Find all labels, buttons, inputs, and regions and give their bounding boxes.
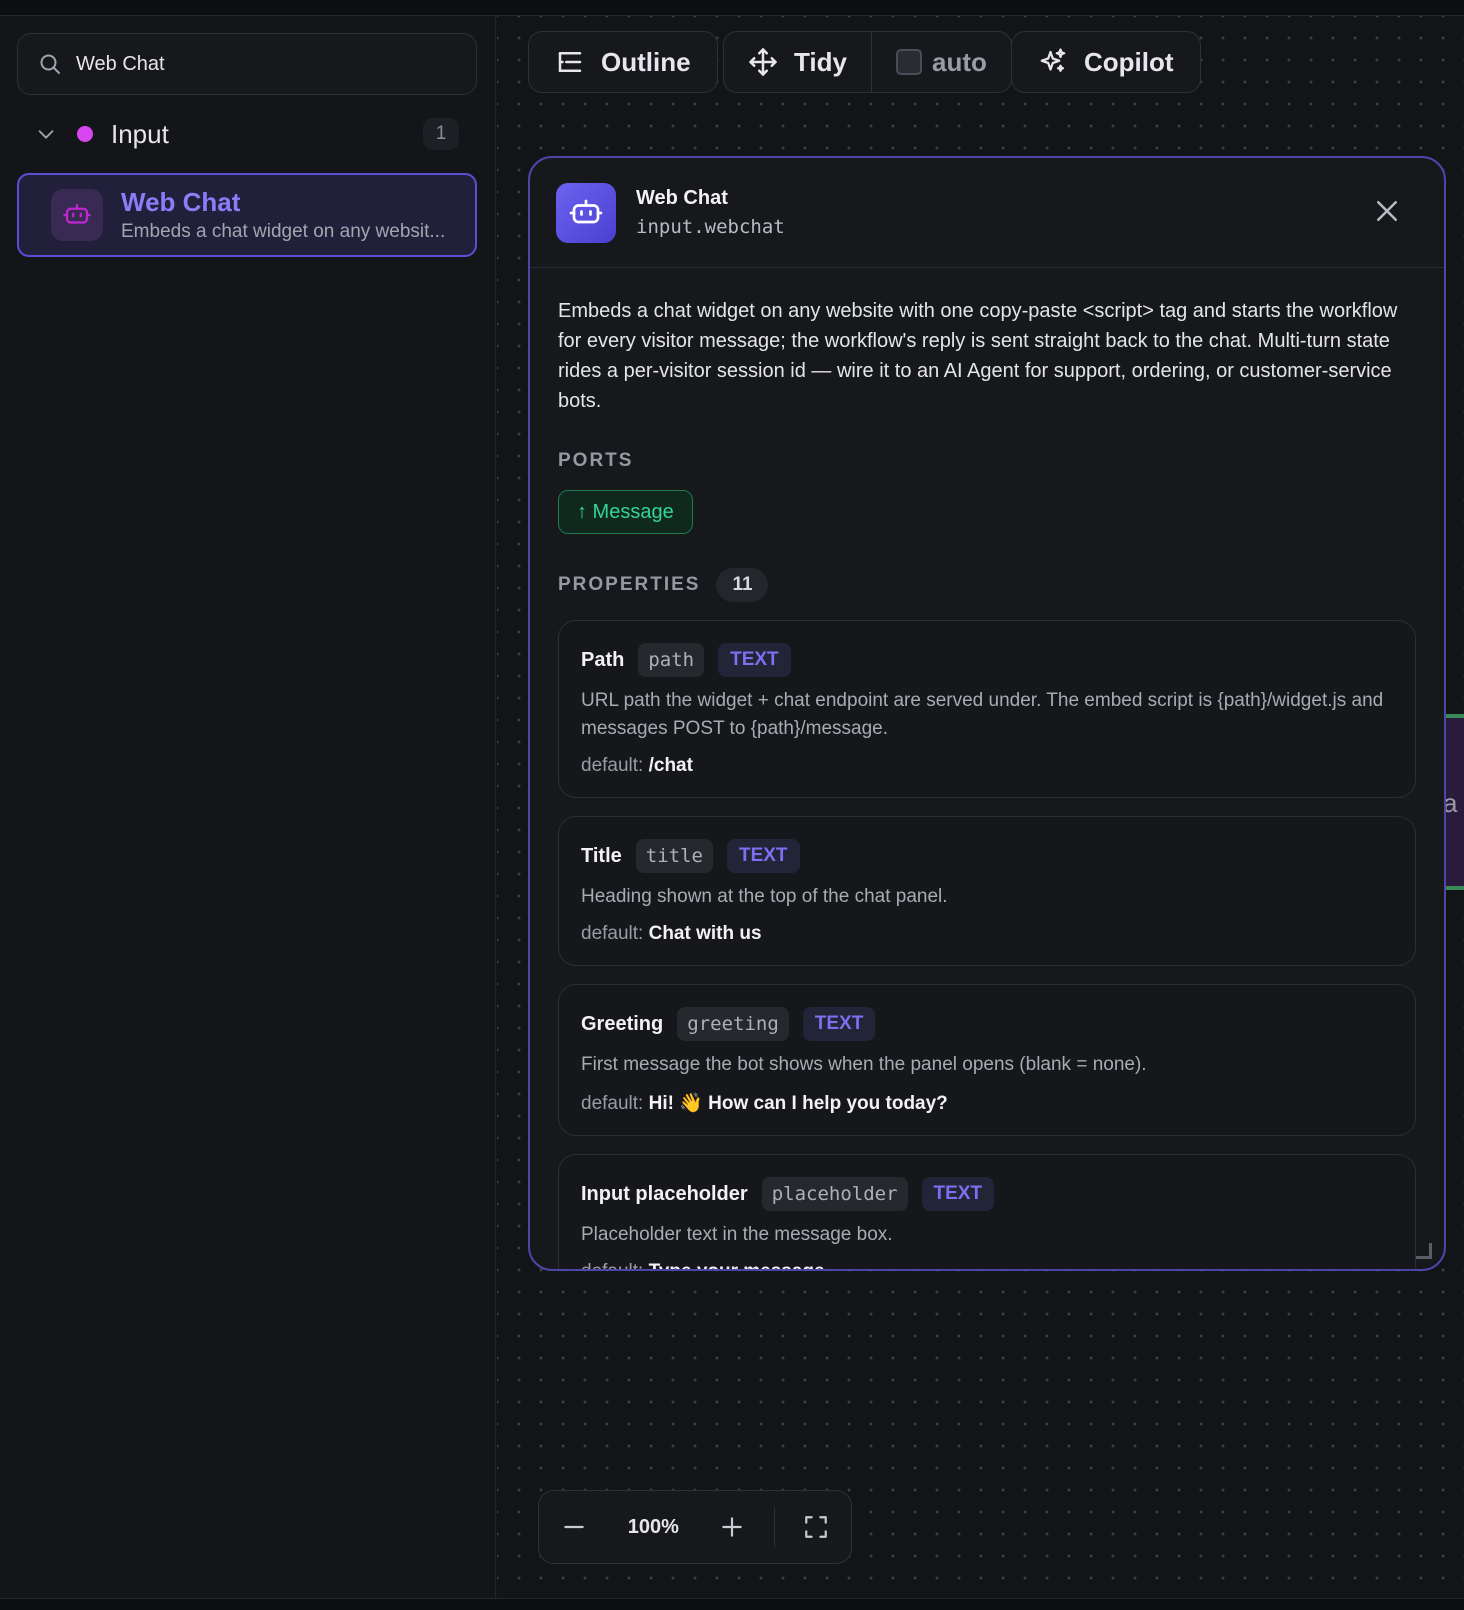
outline-label: Outline (601, 46, 691, 77)
zoom-in-button[interactable] (697, 1491, 767, 1563)
property-type-badge: TEXT (921, 1177, 995, 1211)
sparkles-icon (1040, 48, 1066, 72)
node-item-web-chat[interactable]: Web Chat Embeds a chat widget on any web… (17, 173, 477, 257)
properties-heading-label: PROPERTIES (558, 574, 701, 595)
zoom-divider (773, 1507, 775, 1547)
plus-icon (722, 1517, 743, 1537)
property-card: Path path TEXT URL path the widget + cha… (558, 620, 1416, 798)
tidy-group: Tidy auto (723, 31, 1012, 93)
properties-heading: PROPERTIES 11 (558, 568, 1416, 602)
property-key: path (638, 643, 705, 677)
property-default: default: Chat with us (581, 923, 1393, 945)
copilot-group: Copilot (1011, 31, 1201, 93)
property-type-badge: TEXT (802, 1007, 876, 1041)
default-value: Chat with us (648, 923, 762, 944)
property-card: Greeting greeting TEXT First message the… (558, 984, 1416, 1136)
property-type-badge: TEXT (726, 839, 800, 873)
property-name: Title (581, 844, 622, 867)
search-box[interactable] (17, 33, 477, 95)
auto-checkbox[interactable] (895, 49, 922, 75)
chat-bot-icon (556, 182, 616, 243)
fit-view-button[interactable] (781, 1491, 851, 1563)
property-description: Placeholder text in the message box. (581, 1224, 893, 1245)
node-description: Embeds a chat widget on any websit... (121, 221, 446, 242)
node-detail-panel: Web Chat input.webchat Embeds a chat wid… (528, 156, 1446, 1271)
property-key: title (635, 839, 713, 873)
default-prefix: default: (581, 1261, 643, 1269)
top-border (0, 0, 1464, 16)
property-card: Title title TEXT Heading shown at the to… (558, 816, 1416, 966)
zoom-out-button[interactable] (539, 1491, 609, 1563)
close-icon[interactable] (1372, 196, 1402, 226)
ports-heading: PORTS (558, 450, 634, 471)
default-prefix: default: (581, 923, 644, 944)
default-value: /chat (648, 755, 693, 776)
port-message[interactable]: ↑ Message (558, 490, 693, 534)
property-description: URL path the widget + chat endpoint are … (581, 690, 1384, 739)
group-count-badge: 1 (423, 118, 459, 150)
default-prefix: default: (581, 1093, 644, 1114)
auto-toggle[interactable]: auto (870, 32, 1011, 92)
bottom-border (0, 1598, 1464, 1610)
copilot-label: Copilot (1084, 46, 1174, 77)
group-input[interactable]: Input 1 (17, 112, 477, 156)
properties-count-badge: 11 (716, 568, 769, 602)
default-value: Type your message... (649, 1261, 841, 1269)
auto-label: auto (931, 46, 987, 77)
property-key: greeting (677, 1007, 789, 1041)
canvas-toolbar: Outline (528, 31, 718, 93)
property-description: First message the bot shows when the pan… (581, 1054, 1147, 1075)
panel-header: Web Chat input.webchat (530, 158, 1444, 268)
property-default: default: Type your message... (581, 1261, 1393, 1269)
outline-button[interactable]: Outline (528, 31, 718, 93)
move-icon (749, 48, 777, 76)
zoom-level: 100% (627, 1515, 679, 1538)
group-label: Input (111, 118, 169, 149)
property-name: Input placeholder (581, 1182, 748, 1205)
node-library-sidebar: Input 1 Web Chat Embeds a chat widget on… (0, 16, 496, 1598)
outline-icon (558, 52, 582, 72)
tidy-label: Tidy (794, 46, 847, 77)
node-description: Embeds a chat widget on any website with… (558, 300, 1398, 412)
property-default: default: /chat (581, 755, 1393, 777)
default-value: Hi! 👋 How can I help you today? (648, 1093, 948, 1114)
property-type-badge: TEXT (718, 643, 791, 677)
minus-icon (564, 1525, 584, 1529)
property-description: Heading shown at the top of the chat pan… (581, 886, 948, 907)
property-key: placeholder (761, 1177, 908, 1211)
property-name: Path (581, 648, 625, 671)
property-card: Input placeholder placeholder TEXT Place… (558, 1154, 1416, 1269)
search-icon (40, 54, 60, 74)
property-default: default: Hi! 👋 How can I help you today? (581, 1091, 1393, 1115)
group-color-dot (77, 126, 93, 142)
zoom-controls: 100% (538, 1490, 852, 1564)
search-input[interactable] (76, 52, 456, 76)
property-name: Greeting (581, 1012, 664, 1035)
default-prefix: default: (581, 755, 644, 776)
panel-title: Web Chat (636, 187, 728, 209)
chat-bot-icon (51, 189, 103, 241)
chevron-down-icon[interactable] (35, 123, 57, 145)
fullscreen-icon (804, 1516, 827, 1538)
node-title: Web Chat (121, 187, 241, 217)
resize-handle[interactable] (1416, 1243, 1432, 1259)
copilot-button[interactable]: Copilot (1011, 31, 1201, 93)
tidy-button[interactable]: Tidy (724, 32, 871, 92)
panel-node-id: input.webchat (636, 216, 785, 238)
